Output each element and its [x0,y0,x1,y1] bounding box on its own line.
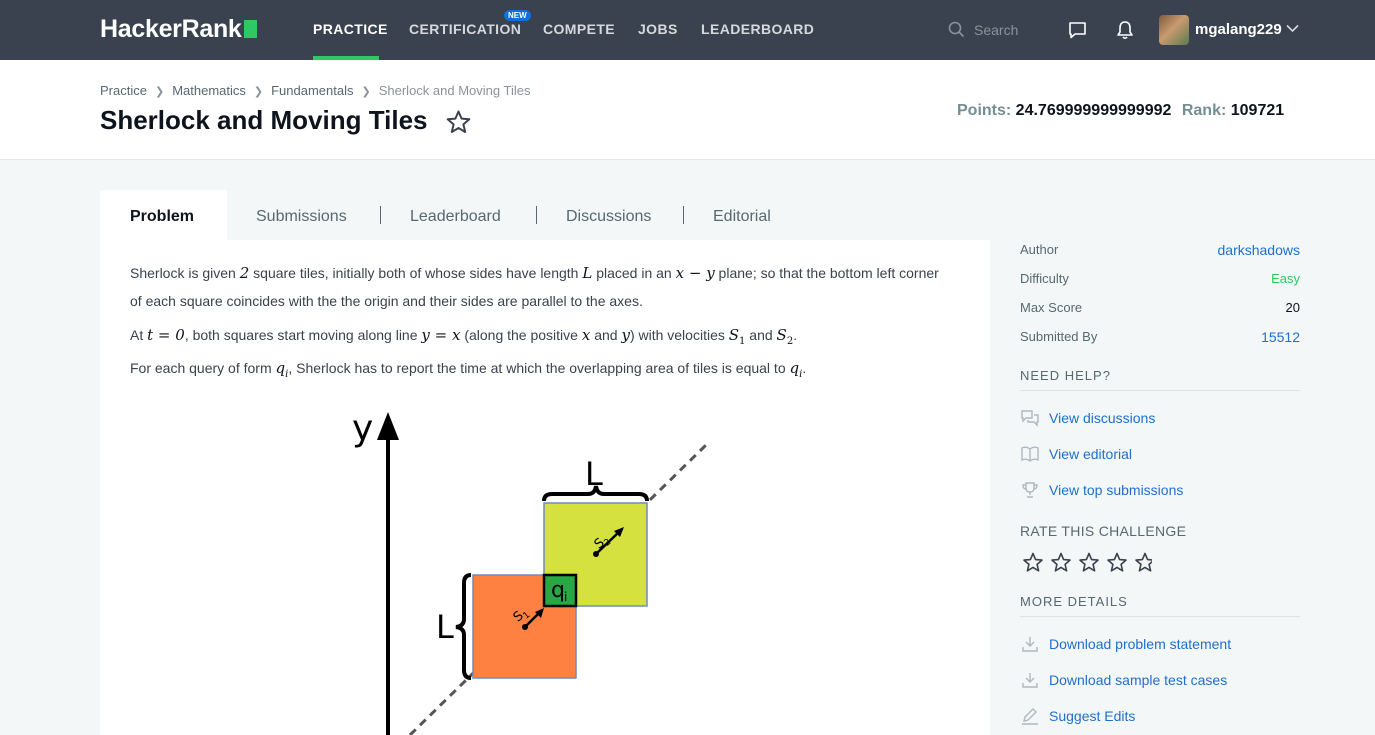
chevron-right-icon: ❯ [154,86,165,98]
overlap-label-sub: i [564,590,567,604]
hackerrank-logo[interactable]: HackerRank [100,15,257,44]
breadcrumb: Practice ❯ Mathematics ❯ Fundamentals ❯ Sherlo… [100,83,530,98]
nav-practice[interactable]: PRACTICE [313,21,388,37]
submitted-by-label: Submitted By [1020,329,1098,344]
left-length-label: L [436,608,454,646]
rank-label: Rank: [1181,102,1227,119]
author-link[interactable]: darkshadows [1218,242,1301,258]
breadcrumb-fundamentals[interactable]: Fundamentals [271,83,353,98]
view-discussions-link[interactable]: View discussions [1020,409,1155,427]
chevron-right-icon: ❯ [253,86,264,98]
nav-compete[interactable]: COMPETE [543,21,615,37]
problem-paragraph-3: For each query of form qi, Sherlock has … [130,359,807,380]
velocity-origin-2 [593,551,599,557]
top-navbar: HackerRank PRACTICE CERTIFICATION NEW CO… [0,0,1375,60]
rating-stars [1023,552,1152,572]
breadcrumb-mathematics[interactable]: Mathematics [172,83,246,98]
more-details-heading: MORE DETAILS [1020,594,1300,617]
page-title: Sherlock and Moving Tiles [100,105,428,135]
download-sample-test-cases-link[interactable]: Download sample test cases [1020,671,1227,689]
tab-divider [380,206,381,224]
new-badge: NEW [504,10,531,21]
view-top-submissions-link[interactable]: View top submissions [1020,481,1183,499]
download-problem-statement-link[interactable]: Download problem statement [1020,635,1231,653]
nav-jobs[interactable]: JOBS [638,21,678,37]
problem-paragraph-2: At t = 0, both squares start moving alon… [130,326,798,347]
username[interactable]: mgalang229 [1195,21,1282,38]
rating-star-2[interactable] [1051,552,1071,572]
book-icon [1021,446,1039,462]
tab-submissions[interactable]: Submissions [256,208,347,226]
max-score-row: Max Score 20 [1020,300,1300,315]
score-summary: Points: 24.769999999999992 Rank: 109721 [957,102,1284,120]
velocity-origin-1 [522,624,528,630]
author-label: Author [1020,242,1059,257]
suggest-edits-link[interactable]: Suggest Edits [1020,707,1135,725]
points-value: 24.769999999999992 [1015,102,1172,119]
need-help-heading: NEED HELP? [1020,368,1300,391]
trophy-icon [1022,482,1038,498]
tab-divider [536,206,537,224]
notifications-icon[interactable] [1116,20,1134,40]
author-row: Author darkshadows [1020,242,1301,258]
download-icon [1022,637,1038,652]
submitted-by-link[interactable]: 15512 [1261,329,1300,345]
difficulty-value: Easy [1271,271,1300,286]
breadcrumb-current: Sherlock and Moving Tiles [378,83,531,98]
max-score-label: Max Score [1020,300,1083,315]
tab-divider [683,206,684,224]
difficulty-label: Difficulty [1020,271,1069,286]
moving-tiles-diagram: y q i S1 S2 L L [352,408,708,735]
problem-paragraph-1: Sherlock is given 2 square tiles, initia… [130,264,939,309]
tab-editorial[interactable]: Editorial [713,208,771,226]
difficulty-row: Difficulty Easy [1020,271,1300,286]
search-input[interactable]: Search [974,22,1018,38]
nav-certification[interactable]: CERTIFICATION [409,21,521,37]
chevron-down-icon[interactable] [1286,24,1299,33]
rank-value: 109721 [1230,102,1285,119]
rating-star-5[interactable] [1135,552,1152,572]
top-length-label: L [585,455,603,493]
rate-challenge-heading: RATE THIS CHALLENGE [1020,523,1187,539]
tab-problem[interactable]: Problem [130,208,194,226]
rating-star-4[interactable] [1107,552,1127,572]
pencil-icon [1022,708,1038,725]
rating-star-1[interactable] [1023,552,1043,572]
max-score-value: 20 [1285,300,1300,315]
breadcrumb-practice[interactable]: Practice [100,83,147,98]
download-icon [1022,673,1038,688]
bookmark-star-icon[interactable] [446,110,471,134]
messages-icon[interactable] [1068,21,1087,39]
nav-leaderboard[interactable]: LEADERBOARD [701,21,814,37]
chevron-right-icon: ❯ [361,86,371,98]
tab-leaderboard[interactable]: Leaderboard [410,208,501,226]
tab-discussions[interactable]: Discussions [566,208,651,226]
y-axis-label: y [352,408,373,449]
search-icon[interactable] [948,21,965,38]
overlap-label: q [551,578,565,603]
submitted-by-row: Submitted By 15512 [1020,329,1300,345]
points-label: Points: [957,102,1012,119]
y-axis-arrowhead [377,412,399,440]
avatar[interactable] [1159,15,1189,45]
rating-star-3[interactable] [1079,552,1099,572]
view-editorial-link[interactable]: View editorial [1020,445,1132,463]
logo-mark [243,20,257,38]
challenge-header: Practice ❯ Mathematics ❯ Fundamentals ❯ Sherlo… [0,60,1375,160]
discussion-icon [1021,410,1039,427]
left-brace [455,573,472,680]
